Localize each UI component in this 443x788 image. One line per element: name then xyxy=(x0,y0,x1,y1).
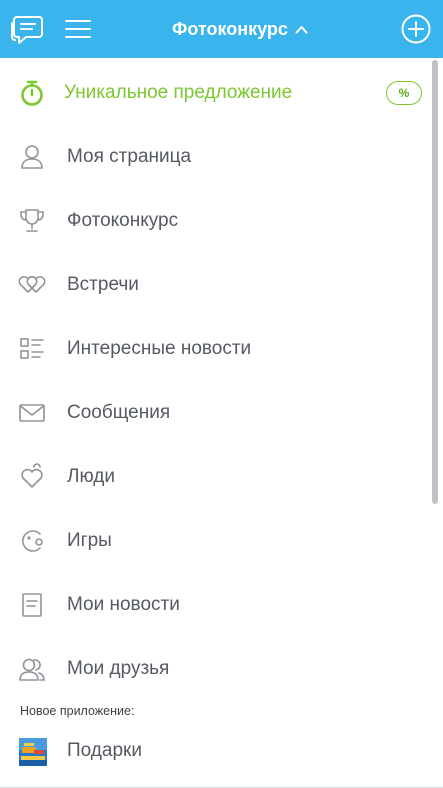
news-list-icon xyxy=(17,334,47,364)
trophy-icon xyxy=(17,206,47,236)
friends-icon xyxy=(17,654,47,684)
menu-item-meetings[interactable]: Встречи xyxy=(0,257,430,313)
menu-item-label: Встречи xyxy=(67,274,139,295)
hamburger-icon[interactable] xyxy=(58,9,98,49)
section-title-dropdown[interactable]: Фотоконкурс xyxy=(150,0,330,58)
discount-badge: % xyxy=(386,81,422,105)
menu-item-gifts-app[interactable]: Подарки xyxy=(0,723,430,779)
gifts-app-icon xyxy=(19,738,47,766)
heart-hand-icon xyxy=(17,462,47,492)
gamepad-icon xyxy=(17,526,47,556)
chevron-up-icon xyxy=(295,25,308,34)
header-title: Фотоконкурс xyxy=(172,18,288,39)
menu-scrollbar[interactable] xyxy=(432,60,438,504)
app-screen: Фотоконкурс Уникальное предложение % Моя… xyxy=(0,0,443,788)
menu-item-label: Подарки xyxy=(67,740,142,761)
top-bar: Фотоконкурс xyxy=(0,0,443,58)
menu-item-label: Фотоконкурс xyxy=(67,210,179,231)
menu-item-label: Интересные новости xyxy=(67,338,252,359)
menu-item-special-offer[interactable]: Уникальное предложение % xyxy=(0,65,430,121)
menu-item-my-page[interactable]: Моя страница xyxy=(0,129,430,185)
document-icon xyxy=(17,590,47,620)
menu-item-label: Игры xyxy=(67,530,112,551)
menu-item-my-friends[interactable]: Мои друзья xyxy=(0,641,430,697)
menu-item-label: Моя страница xyxy=(67,146,192,167)
menu-item-my-news[interactable]: Мои новости xyxy=(0,577,430,633)
user-icon xyxy=(17,142,47,172)
stopwatch-icon xyxy=(17,78,47,108)
hearts-icon xyxy=(17,270,47,300)
menu-item-people[interactable]: Люди xyxy=(0,449,430,505)
plus-circle-icon[interactable] xyxy=(396,9,436,49)
menu-item-label: Мои друзья xyxy=(67,658,170,679)
chat-bubble-icon[interactable] xyxy=(7,9,47,49)
envelope-icon xyxy=(17,398,47,428)
menu-item-games[interactable]: Игры xyxy=(0,513,430,569)
menu-item-messages[interactable]: Сообщения xyxy=(0,385,430,441)
menu-item-label: Уникальное предложение xyxy=(64,82,293,103)
menu-item-interesting-news[interactable]: Интересные новости xyxy=(0,321,430,377)
menu-item-label: Люди xyxy=(67,466,116,487)
menu-item-label: Мои новости xyxy=(67,594,180,615)
menu-item-label: Сообщения xyxy=(67,402,171,423)
new-app-heading: Новое приложение: xyxy=(20,704,135,718)
menu-item-photo-contest[interactable]: Фотоконкурс xyxy=(0,193,430,249)
